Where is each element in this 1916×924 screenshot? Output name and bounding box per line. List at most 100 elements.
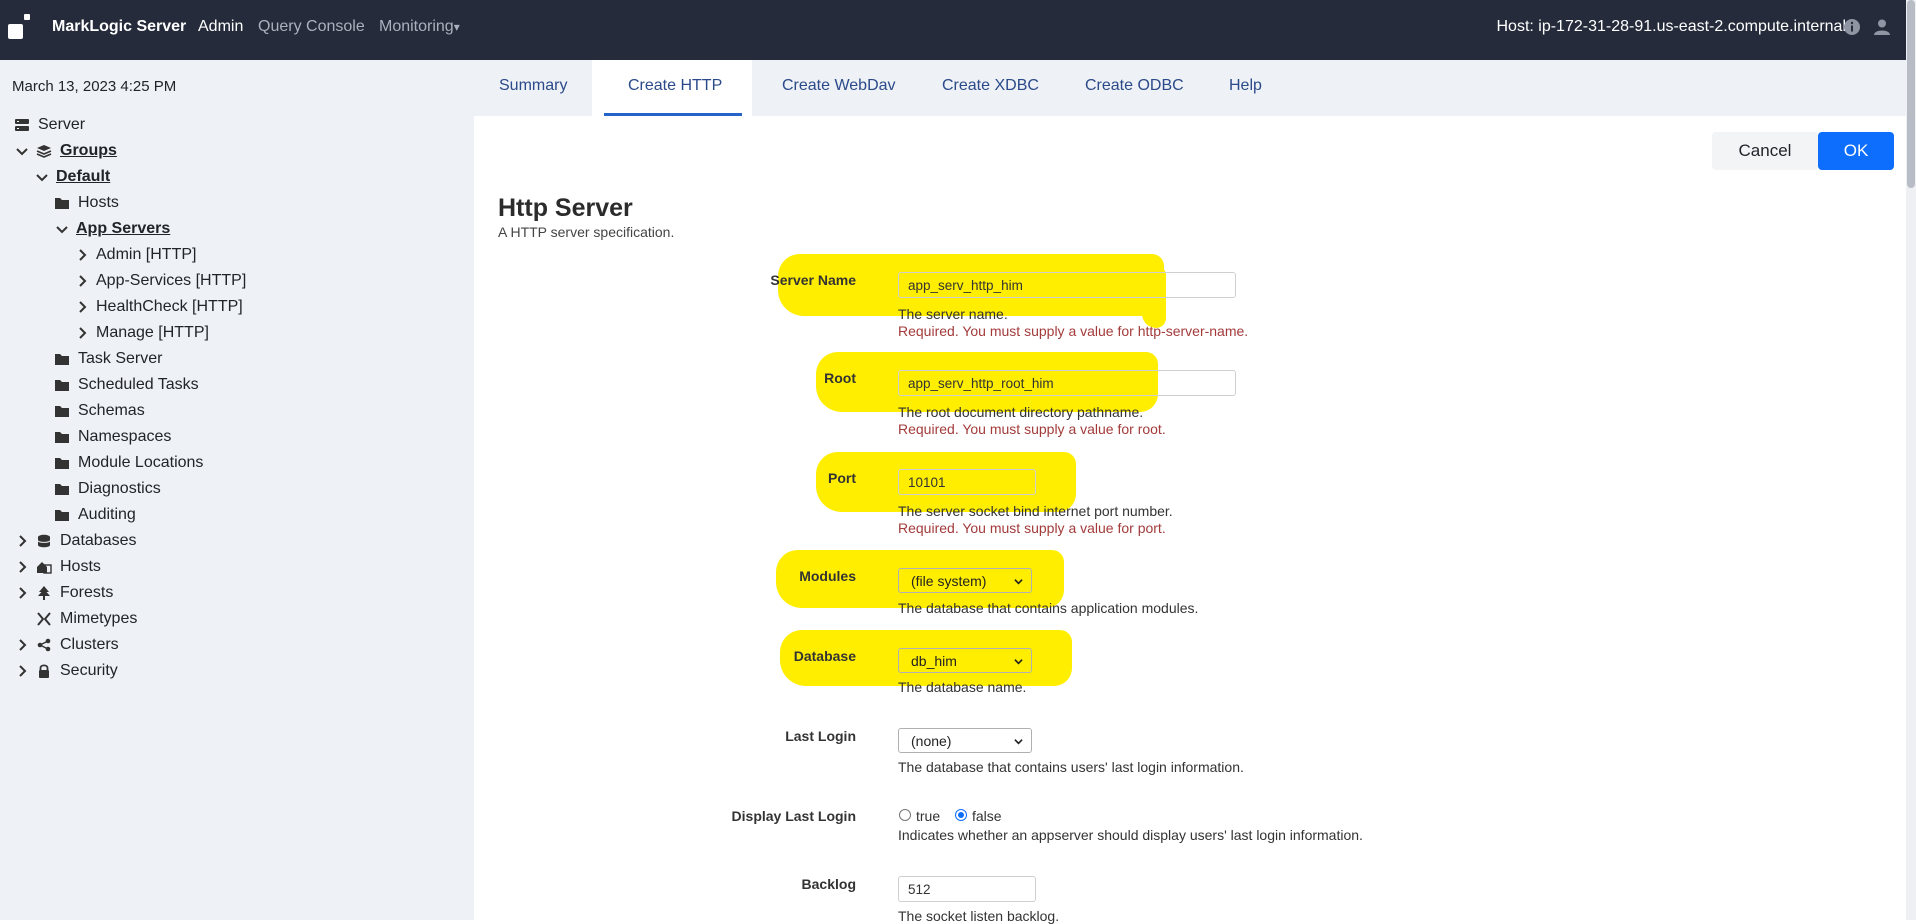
chevron-right-icon[interactable] xyxy=(14,585,30,601)
chevron-down-icon xyxy=(1014,739,1023,745)
server-name-input[interactable] xyxy=(898,272,1236,298)
tree-item-label: Security xyxy=(60,662,118,679)
tree-item-app-servers[interactable]: App Servers xyxy=(54,218,170,240)
tree-item-security[interactable]: Security xyxy=(14,660,118,682)
display-last-login-false-label[interactable]: false xyxy=(972,808,1002,824)
chevron-right-icon[interactable] xyxy=(74,325,90,341)
last-login-label: Last Login xyxy=(785,728,856,744)
last-login-select[interactable]: (none) xyxy=(898,728,1032,753)
nav-admin[interactable]: Admin xyxy=(198,18,243,36)
nav-monitoring[interactable]: Monitoring▾ xyxy=(379,18,460,36)
page-title: Http Server xyxy=(498,194,633,222)
tree-item-task-server[interactable]: Task Server xyxy=(54,348,162,370)
lock-icon xyxy=(39,664,49,678)
database-select[interactable]: db_him xyxy=(898,648,1032,673)
tab-create-webdav[interactable]: Create WebDav xyxy=(782,77,896,95)
port-label: Port xyxy=(828,470,856,486)
info-icon[interactable] xyxy=(1843,18,1861,36)
backlog-input[interactable] xyxy=(898,876,1036,902)
server-icon xyxy=(15,119,29,131)
tree-item-healthcheck-http[interactable]: HealthCheck [HTTP] xyxy=(74,296,243,318)
display-last-login-true-radio[interactable] xyxy=(899,809,911,821)
database-description: The database name. xyxy=(898,679,1027,695)
hosts-icon xyxy=(37,562,52,574)
tree-item-label: Clusters xyxy=(60,636,119,653)
chevron-down-icon[interactable] xyxy=(54,221,70,237)
tree-item-groups[interactable]: Groups xyxy=(14,140,117,162)
modules-select-value: (file system) xyxy=(911,572,987,589)
tree-item-clusters[interactable]: Clusters xyxy=(14,634,119,656)
current-datetime: March 13, 2023 4:25 PM xyxy=(12,78,177,95)
tree-item-manage-http[interactable]: Manage [HTTP] xyxy=(74,322,209,344)
chevron-down-icon[interactable] xyxy=(34,169,50,185)
root-error: Required. You must supply a value for ro… xyxy=(898,421,1166,437)
user-icon[interactable] xyxy=(1873,18,1891,36)
share-icon xyxy=(37,638,51,652)
modules-select[interactable]: (file system) xyxy=(898,568,1032,593)
brand-name[interactable]: MarkLogic Server xyxy=(52,18,186,36)
modules-label: Modules xyxy=(799,568,856,584)
tree-item-schemas[interactable]: Schemas xyxy=(54,400,145,422)
tree-item-namespaces[interactable]: Namespaces xyxy=(54,426,171,448)
tree-icon xyxy=(38,586,50,600)
backlog-description: The socket listen backlog. xyxy=(898,908,1060,924)
cancel-button[interactable]: Cancel xyxy=(1712,132,1818,170)
chevron-down-icon: ▾ xyxy=(453,20,460,34)
tree-item-module-locations[interactable]: Module Locations xyxy=(54,452,203,474)
database-icon xyxy=(37,534,51,548)
tree-item-forests[interactable]: Forests xyxy=(14,582,113,604)
chevron-right-icon[interactable] xyxy=(74,299,90,315)
tree-item-app-services-http[interactable]: App-Services [HTTP] xyxy=(74,270,246,292)
port-description: The server socket bind internet port num… xyxy=(898,503,1173,519)
tree-item-auditing[interactable]: Auditing xyxy=(54,504,136,526)
chevron-right-icon[interactable] xyxy=(14,637,30,653)
tree-item-default[interactable]: Default xyxy=(34,166,110,188)
chevron-right-icon[interactable] xyxy=(74,273,90,289)
ok-button[interactable]: OK xyxy=(1818,132,1894,170)
tree-item-label: Mimetypes xyxy=(60,610,138,627)
tree-item-mimetypes[interactable]: Mimetypes xyxy=(36,608,137,630)
host-name: Host: ip-172-31-28-91.us-east-2.compute.… xyxy=(1496,18,1846,35)
tree-item-databases[interactable]: Databases xyxy=(14,530,137,552)
tab-help[interactable]: Help xyxy=(1229,77,1262,95)
chevron-right-icon[interactable] xyxy=(14,663,30,679)
tree-item-label: Forests xyxy=(60,584,114,601)
root-label: Root xyxy=(824,370,856,386)
folder-icon xyxy=(55,458,69,469)
tab-create-xdbc[interactable]: Create XDBC xyxy=(942,77,1039,95)
tree-item-hosts[interactable]: Hosts xyxy=(54,192,119,214)
tree-item-hosts-root[interactable]: Hosts xyxy=(14,556,101,578)
tree-item-label: Task Server xyxy=(78,350,163,367)
tree-item-scheduled-tasks[interactable]: Scheduled Tasks xyxy=(54,374,199,396)
marklogic-logo-icon[interactable] xyxy=(6,12,30,42)
tab-bar: Summary Create HTTP Create WebDav Create… xyxy=(474,60,1906,116)
page-scrollbar[interactable] xyxy=(1906,0,1916,920)
chevron-down-icon[interactable] xyxy=(14,143,30,159)
root-input[interactable] xyxy=(898,370,1236,396)
tab-summary[interactable]: Summary xyxy=(499,77,567,95)
port-error: Required. You must supply a value for po… xyxy=(898,520,1166,536)
tree-item-diagnostics[interactable]: Diagnostics xyxy=(54,478,161,500)
nav-query-console[interactable]: Query Console xyxy=(258,18,365,36)
top-navbar: MarkLogic Server Admin Query Console Mon… xyxy=(0,0,1916,60)
tree-item-admin-http[interactable]: Admin [HTTP] xyxy=(74,244,196,266)
tree-item-server[interactable]: Server xyxy=(14,114,85,136)
layers-icon xyxy=(36,145,52,158)
tree-item-label: Scheduled Tasks xyxy=(78,376,199,393)
tree-item-label: App-Services [HTTP] xyxy=(96,272,247,289)
folder-icon xyxy=(55,406,69,417)
display-last-login-true-label[interactable]: true xyxy=(916,808,940,824)
tab-create-odbc[interactable]: Create ODBC xyxy=(1085,77,1184,95)
chevron-right-icon[interactable] xyxy=(14,533,30,549)
tree-item-label: Schemas xyxy=(78,402,145,419)
port-input[interactable] xyxy=(898,469,1036,495)
folder-icon xyxy=(55,380,69,391)
tab-create-http[interactable]: Create HTTP xyxy=(628,77,722,95)
chevron-right-icon[interactable] xyxy=(14,559,30,575)
chevron-right-icon[interactable] xyxy=(74,247,90,263)
display-last-login-false-radio[interactable] xyxy=(955,809,967,821)
tree-item-label: Auditing xyxy=(78,506,136,523)
chevron-down-icon xyxy=(1014,579,1023,585)
scrollbar-thumb[interactable] xyxy=(1907,0,1915,188)
database-select-value: db_him xyxy=(911,652,957,669)
